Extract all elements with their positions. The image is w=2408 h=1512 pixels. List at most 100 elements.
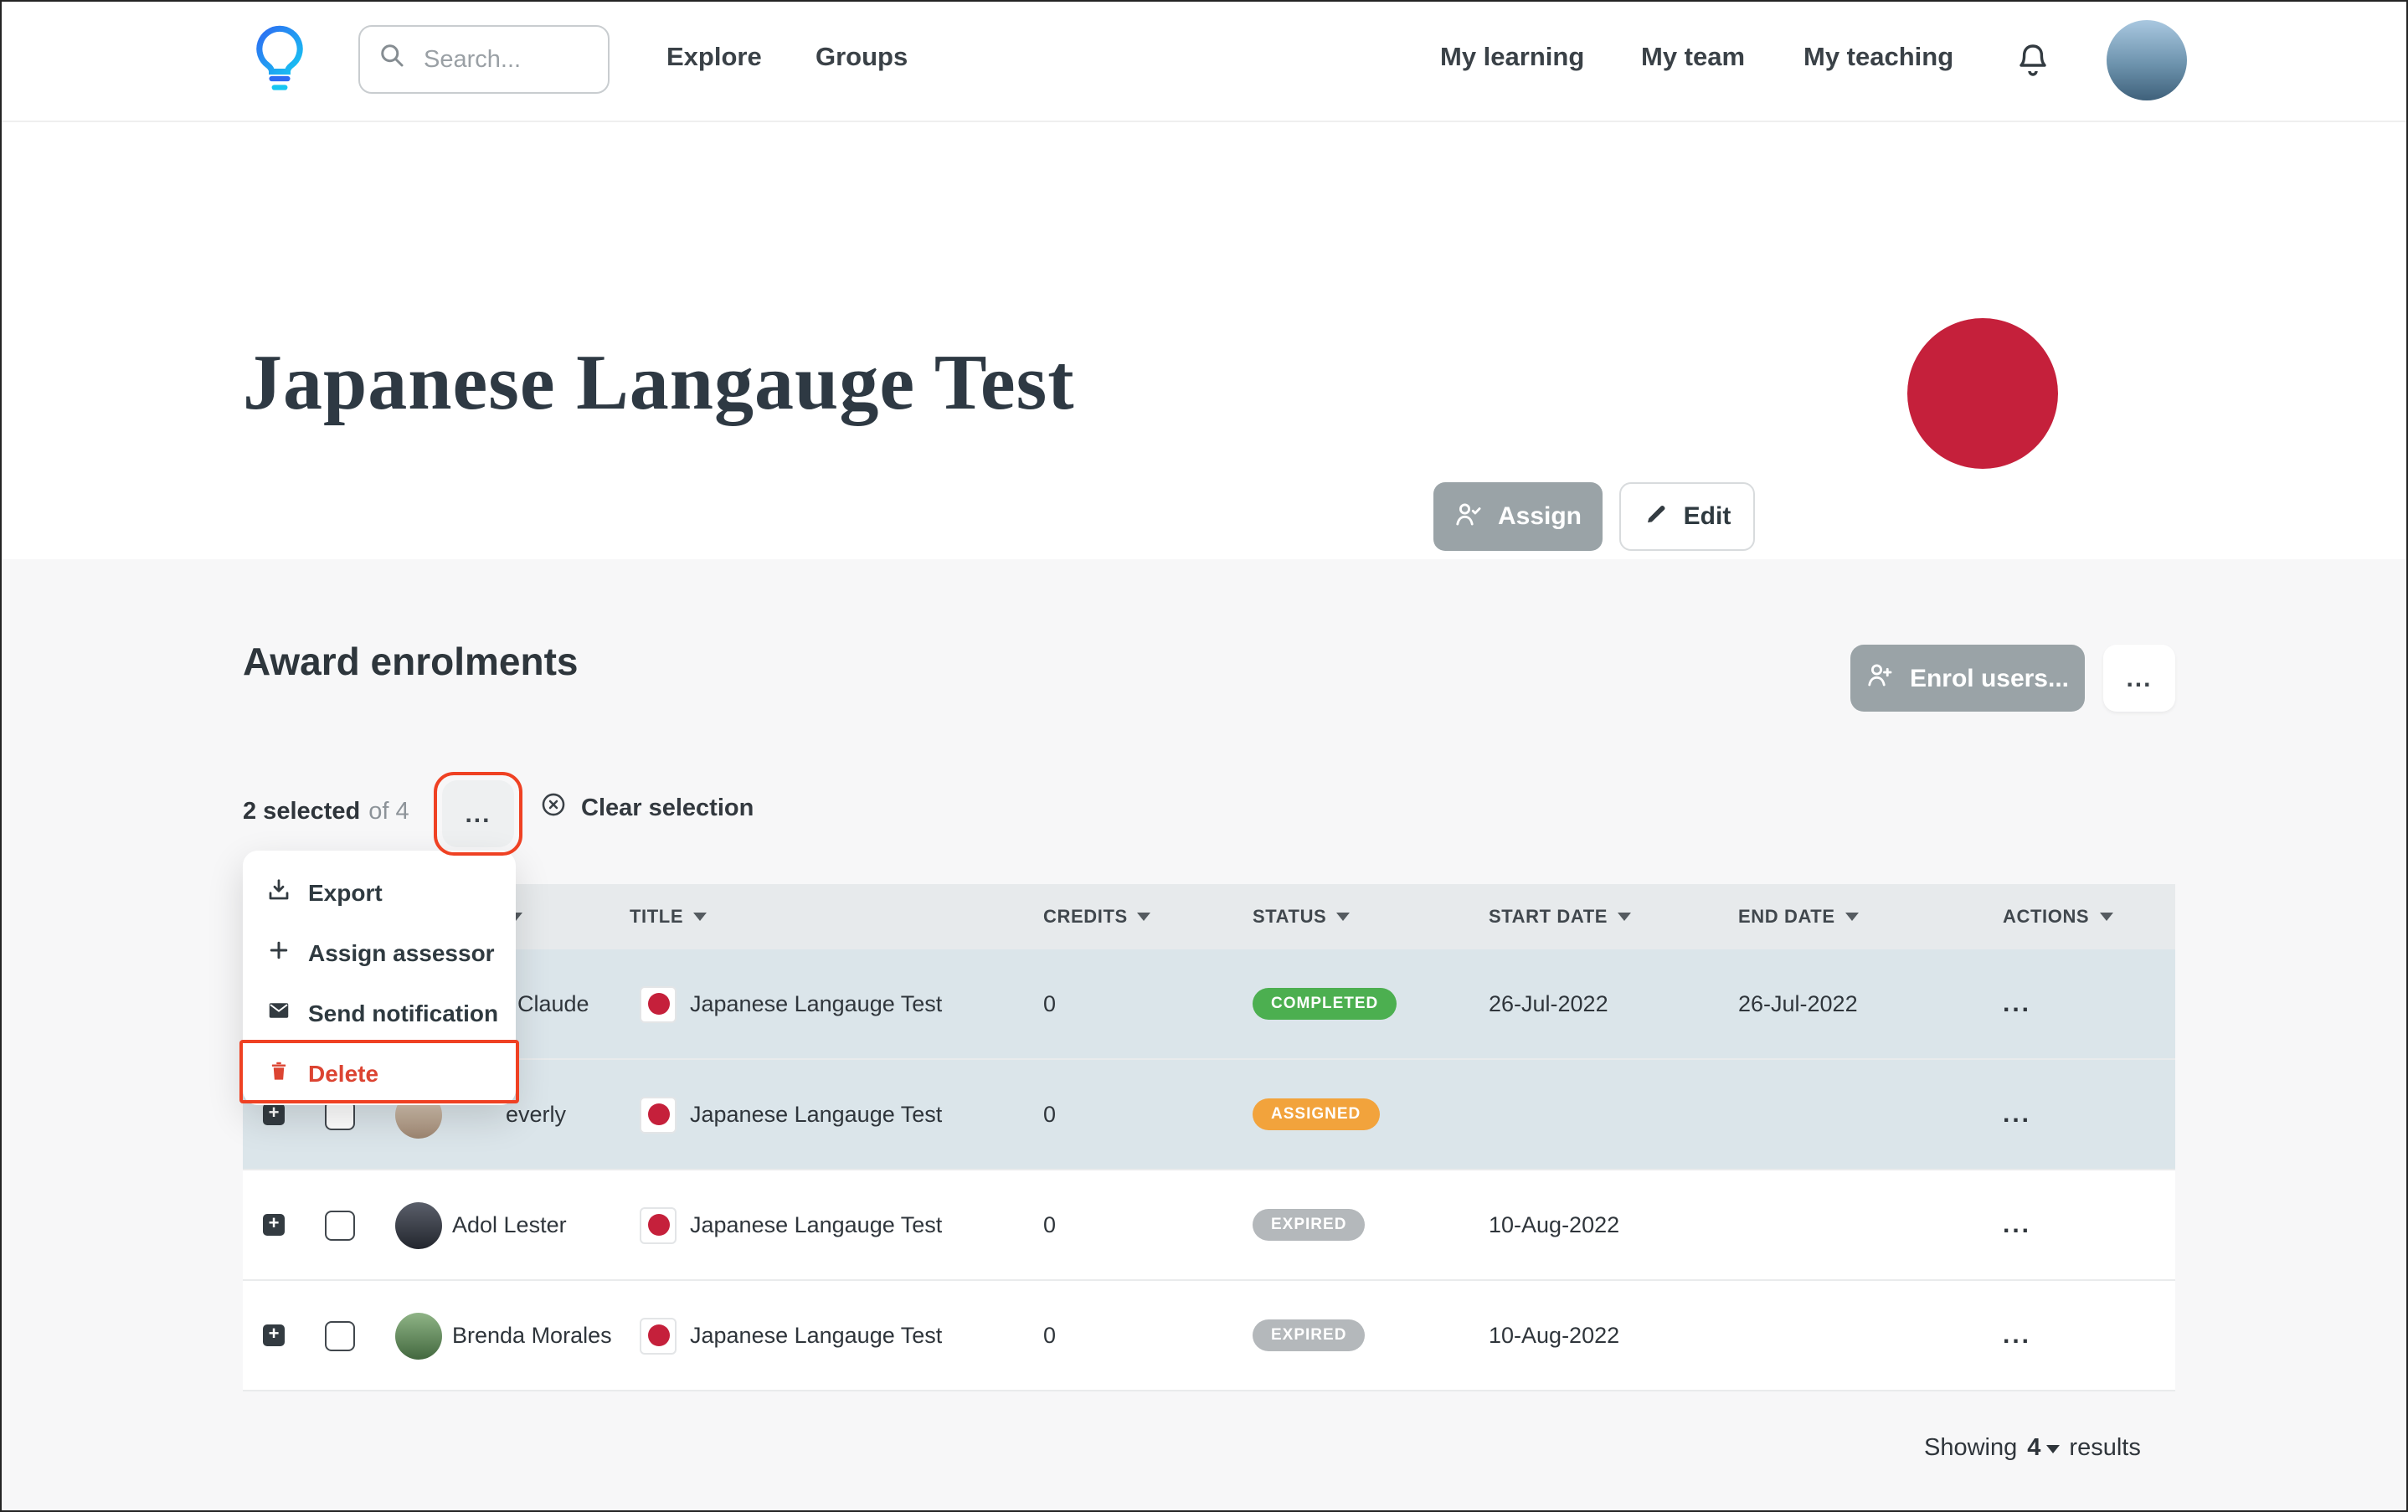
results-count-dropdown[interactable]: 4 [2027,1435,2060,1462]
menu-item-label: Send notification [308,1000,499,1026]
clear-selection-button[interactable]: Clear selection [539,790,754,825]
enrol-users-button[interactable]: Enrol users... [1850,645,2085,712]
sort-chevron-icon[interactable] [1618,913,1632,921]
sort-chevron-icon[interactable] [1336,913,1351,921]
credits-value: 0 [1043,991,1057,1016]
table-row: Claude Japanese Langauge Test 0 COMPLETE… [243,949,2175,1060]
app-window: Explore Groups My learning My team My te… [0,0,2408,1512]
pencil-icon [1644,500,1670,533]
status-badge: ASSIGNED [1253,1098,1380,1130]
menu-item-export[interactable]: Export [243,862,516,923]
start-date: 10-Aug-2022 [1489,1212,1620,1237]
sort-chevron-icon[interactable] [693,913,707,921]
search-box[interactable] [358,25,610,94]
showing-label: Showing [1924,1435,2018,1462]
nav-my-learning[interactable]: My learning [1440,44,1584,74]
enrolments-table: TITLE CREDITS STATUS START DATE END DATE… [243,884,2175,1391]
table-row: Adol Lester Japanese Langauge Test 0 EXP… [243,1170,2175,1281]
header-title[interactable]: TITLE [630,907,1043,927]
user-name[interactable]: Brenda Morales [452,1323,612,1348]
table-header-row: TITLE CREDITS STATUS START DATE END DATE… [243,884,2175,949]
row-actions-button[interactable]: ... [2003,990,2031,1018]
person-plus-icon [1866,660,1896,697]
japan-flag-icon [640,985,677,1022]
row-actions-button[interactable]: ... [2003,1321,2031,1350]
header-actions[interactable]: ACTIONS [1968,907,2175,927]
row-checkbox[interactable] [325,1210,355,1240]
lightbulb-logo-icon[interactable] [248,23,311,97]
user-name[interactable]: everly [506,1102,566,1127]
header-start-date[interactable]: START DATE [1489,907,1738,927]
plus-icon [266,938,291,968]
nav-groups[interactable]: Groups [816,44,908,74]
user-avatar [395,1201,442,1248]
bulk-actions-button[interactable]: ... [442,780,514,847]
status-badge: EXPIRED [1253,1319,1366,1351]
results-label: results [2069,1435,2141,1462]
results-footer: Showing 4 results [1924,1435,2141,1462]
expand-row-icon[interactable] [263,1324,285,1346]
end-date: 26-Jul-2022 [1738,991,1858,1016]
start-date: 10-Aug-2022 [1489,1323,1620,1348]
search-input[interactable] [420,44,594,75]
chevron-down-icon [2045,1444,2060,1453]
start-date: 26-Jul-2022 [1489,991,1608,1016]
menu-item-label: Assign assessor [308,939,495,966]
japan-flag-image [1907,318,2058,469]
header-status[interactable]: STATUS [1253,907,1489,927]
nav-explore[interactable]: Explore [666,44,762,74]
course-header: Japanese Langauge Test Assign Edit My Pr… [0,121,2408,679]
download-icon [266,877,291,908]
sort-chevron-icon[interactable] [2099,913,2113,921]
notifications-bell-icon[interactable] [2013,39,2053,82]
menu-item-label: Export [308,879,383,906]
header-end-date[interactable]: END DATE [1738,907,1968,927]
bulk-actions-menu: Export Assign assessor Send notification… [243,851,516,1105]
expand-row-icon[interactable] [263,1214,285,1236]
expand-row-icon[interactable] [263,1103,285,1125]
japan-flag-icon [640,1096,677,1133]
nav-my-team[interactable]: My team [1641,44,1745,74]
assign-button-label: Assign [1497,502,1582,531]
page-more-actions-button[interactable]: ... [2103,645,2175,712]
user-avatar [395,1312,442,1359]
clear-selection-label: Clear selection [581,795,754,821]
sort-chevron-icon[interactable] [1845,913,1859,921]
course-title[interactable]: Japanese Langauge Test [690,1323,942,1348]
table-row: Brenda Morales Japanese Langauge Test 0 … [243,1281,2175,1391]
header-credits[interactable]: CREDITS [1043,907,1253,927]
japan-flag-icon [640,1206,677,1243]
course-title[interactable]: Japanese Langauge Test [690,991,942,1016]
enrol-users-label: Enrol users... [1909,664,2070,692]
page-title: Japanese Langauge Test [243,340,1075,427]
row-actions-button[interactable]: ... [2003,1100,2031,1129]
menu-item-send-notification[interactable]: Send notification [243,983,516,1043]
table-row: everly Japanese Langauge Test 0 ASSIGNED… [243,1060,2175,1170]
edit-button-label: Edit [1683,502,1731,531]
nav-my-teaching[interactable]: My teaching [1803,44,1953,74]
top-navbar: Explore Groups My learning My team My te… [0,0,2408,122]
status-badge: COMPLETED [1253,988,1397,1020]
profile-avatar[interactable] [2107,20,2187,100]
selection-count: 2 selected of 4 [243,799,409,825]
assign-button[interactable]: Assign [1433,482,1603,551]
envelope-icon [266,998,291,1028]
course-title[interactable]: Japanese Langauge Test [690,1102,942,1127]
user-name[interactable]: Adol Lester [452,1212,567,1237]
row-actions-button[interactable]: ... [2003,1211,2031,1239]
course-title[interactable]: Japanese Langauge Test [690,1212,942,1237]
selection-count-bold: 2 selected [243,799,361,825]
menu-item-delete[interactable]: Delete [243,1043,516,1103]
selection-count-of: of 4 [368,799,409,825]
menu-item-label: Delete [308,1060,379,1087]
menu-item-assign-assessor[interactable]: Assign assessor [243,923,516,983]
row-checkbox[interactable] [325,1320,355,1350]
search-icon [377,40,407,79]
assign-person-icon [1454,498,1484,535]
credits-value: 0 [1043,1212,1057,1237]
edit-button[interactable]: Edit [1619,482,1755,551]
status-badge: EXPIRED [1253,1209,1366,1241]
sort-chevron-icon[interactable] [1137,913,1151,921]
user-name[interactable]: Claude [517,991,589,1016]
credits-value: 0 [1043,1102,1057,1127]
